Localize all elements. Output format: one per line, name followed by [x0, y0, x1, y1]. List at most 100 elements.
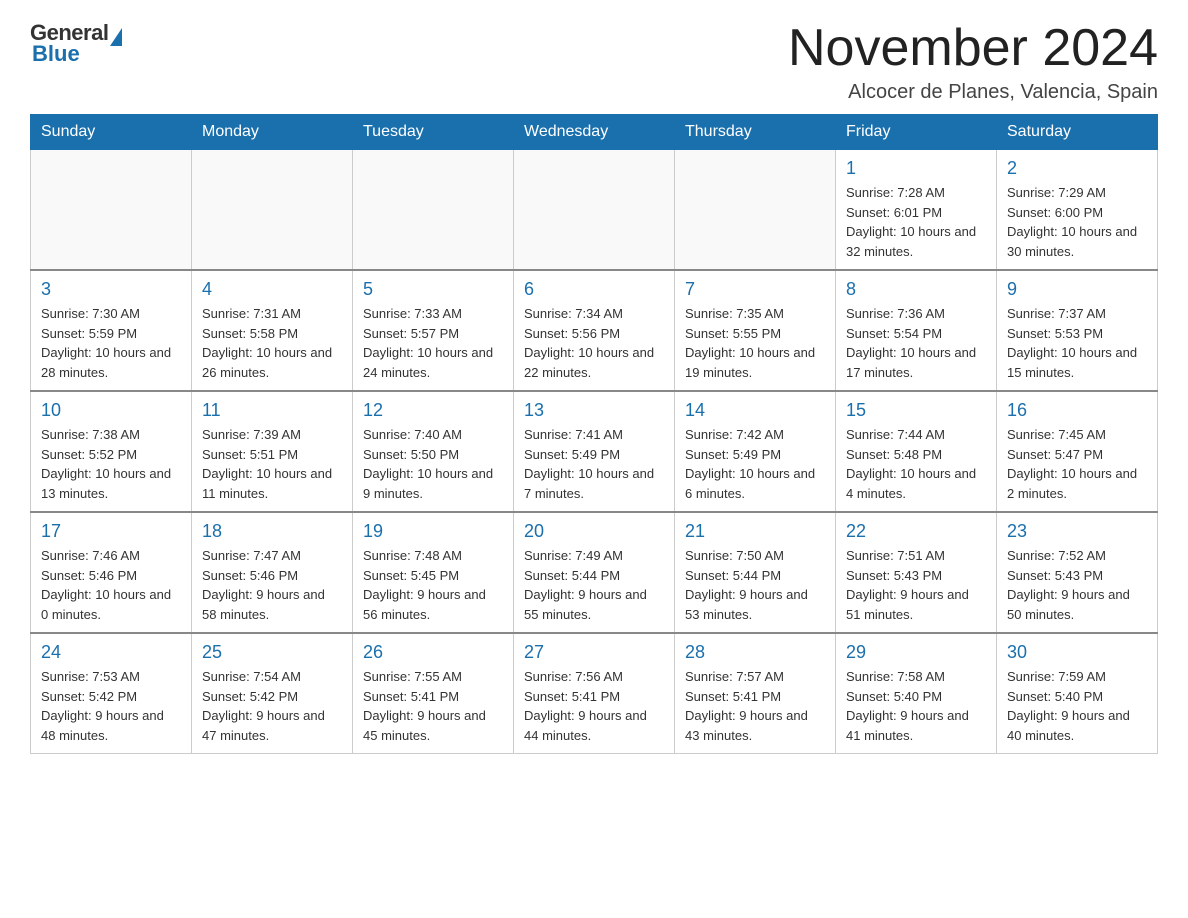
calendar-cell [192, 150, 353, 271]
day-number: 4 [202, 279, 342, 300]
day-info: Sunrise: 7:45 AMSunset: 5:47 PMDaylight:… [1007, 425, 1147, 503]
logo-triangle-icon [110, 28, 122, 46]
day-info: Sunrise: 7:41 AMSunset: 5:49 PMDaylight:… [524, 425, 664, 503]
calendar-cell: 11 Sunrise: 7:39 AMSunset: 5:51 PMDayligh… [192, 391, 353, 512]
day-number: 15 [846, 400, 986, 421]
day-info: Sunrise: 7:29 AMSunset: 6:00 PMDaylight:… [1007, 183, 1147, 261]
day-info: Sunrise: 7:47 AMSunset: 5:46 PMDaylight:… [202, 546, 342, 624]
day-number: 3 [41, 279, 181, 300]
day-info: Sunrise: 7:56 AMSunset: 5:41 PMDaylight:… [524, 667, 664, 745]
day-info: Sunrise: 7:53 AMSunset: 5:42 PMDaylight:… [41, 667, 181, 745]
day-info: Sunrise: 7:42 AMSunset: 5:49 PMDaylight:… [685, 425, 825, 503]
day-number: 29 [846, 642, 986, 663]
calendar-cell: 30 Sunrise: 7:59 AMSunset: 5:40 PMDayligh… [997, 633, 1158, 754]
day-info: Sunrise: 7:57 AMSunset: 5:41 PMDaylight:… [685, 667, 825, 745]
day-info: Sunrise: 7:35 AMSunset: 5:55 PMDaylight:… [685, 304, 825, 382]
day-info: Sunrise: 7:51 AMSunset: 5:43 PMDaylight:… [846, 546, 986, 624]
day-info: Sunrise: 7:40 AMSunset: 5:50 PMDaylight:… [363, 425, 503, 503]
calendar-cell: 6 Sunrise: 7:34 AMSunset: 5:56 PMDaylight… [514, 270, 675, 391]
day-info: Sunrise: 7:39 AMSunset: 5:51 PMDaylight:… [202, 425, 342, 503]
day-number: 25 [202, 642, 342, 663]
day-number: 22 [846, 521, 986, 542]
day-number: 27 [524, 642, 664, 663]
day-number: 1 [846, 158, 986, 179]
calendar-cell: 21 Sunrise: 7:50 AMSunset: 5:44 PMDayligh… [675, 512, 836, 633]
calendar-cell: 20 Sunrise: 7:49 AMSunset: 5:44 PMDayligh… [514, 512, 675, 633]
weekday-header-thursday: Thursday [675, 115, 836, 150]
day-number: 13 [524, 400, 664, 421]
day-info: Sunrise: 7:52 AMSunset: 5:43 PMDaylight:… [1007, 546, 1147, 624]
calendar-cell: 16 Sunrise: 7:45 AMSunset: 5:47 PMDayligh… [997, 391, 1158, 512]
day-number: 8 [846, 279, 986, 300]
day-number: 2 [1007, 158, 1147, 179]
calendar-cell: 5 Sunrise: 7:33 AMSunset: 5:57 PMDaylight… [353, 270, 514, 391]
calendar-cell: 26 Sunrise: 7:55 AMSunset: 5:41 PMDayligh… [353, 633, 514, 754]
day-info: Sunrise: 7:34 AMSunset: 5:56 PMDaylight:… [524, 304, 664, 382]
day-info: Sunrise: 7:31 AMSunset: 5:58 PMDaylight:… [202, 304, 342, 382]
weekday-header-tuesday: Tuesday [353, 115, 514, 150]
title-block: November 2024 Alcocer de Planes, Valenci… [788, 20, 1158, 104]
day-info: Sunrise: 7:59 AMSunset: 5:40 PMDaylight:… [1007, 667, 1147, 745]
weekday-header-wednesday: Wednesday [514, 115, 675, 150]
day-number: 18 [202, 521, 342, 542]
calendar-cell: 29 Sunrise: 7:58 AMSunset: 5:40 PMDayligh… [836, 633, 997, 754]
day-info: Sunrise: 7:49 AMSunset: 5:44 PMDaylight:… [524, 546, 664, 624]
calendar-cell: 23Sunrise: 7:52 AMSunset: 5:43 PMDayligh… [997, 512, 1158, 633]
day-number: 6 [524, 279, 664, 300]
day-info: Sunrise: 7:58 AMSunset: 5:40 PMDaylight:… [846, 667, 986, 745]
day-number: 12 [363, 400, 503, 421]
day-number: 21 [685, 521, 825, 542]
day-number: 16 [1007, 400, 1147, 421]
calendar-cell: 25 Sunrise: 7:54 AMSunset: 5:42 PMDayligh… [192, 633, 353, 754]
day-number: 26 [363, 642, 503, 663]
day-number: 24 [41, 642, 181, 663]
day-info: Sunrise: 7:44 AMSunset: 5:48 PMDaylight:… [846, 425, 986, 503]
day-info: Sunrise: 7:36 AMSunset: 5:54 PMDaylight:… [846, 304, 986, 382]
calendar-cell: 3 Sunrise: 7:30 AMSunset: 5:59 PMDaylight… [31, 270, 192, 391]
calendar-cell: 12 Sunrise: 7:40 AMSunset: 5:50 PMDayligh… [353, 391, 514, 512]
calendar-cell: 1Sunrise: 7:28 AMSunset: 6:01 PMDaylight… [836, 150, 997, 271]
month-title: November 2024 [788, 20, 1158, 77]
calendar-week-row: 1Sunrise: 7:28 AMSunset: 6:01 PMDaylight… [31, 150, 1158, 271]
day-number: 30 [1007, 642, 1147, 663]
logo-blue-text: Blue [32, 41, 80, 67]
calendar-header-row: SundayMondayTuesdayWednesdayThursdayFrid… [31, 115, 1158, 150]
calendar-cell: 13 Sunrise: 7:41 AMSunset: 5:49 PMDayligh… [514, 391, 675, 512]
weekday-header-sunday: Sunday [31, 115, 192, 150]
calendar-cell: 8 Sunrise: 7:36 AMSunset: 5:54 PMDaylight… [836, 270, 997, 391]
weekday-header-saturday: Saturday [997, 115, 1158, 150]
day-number: 28 [685, 642, 825, 663]
day-number: 7 [685, 279, 825, 300]
calendar-cell: 14 Sunrise: 7:42 AMSunset: 5:49 PMDayligh… [675, 391, 836, 512]
day-number: 11 [202, 400, 342, 421]
calendar-cell [353, 150, 514, 271]
calendar-cell: 28 Sunrise: 7:57 AMSunset: 5:41 PMDayligh… [675, 633, 836, 754]
calendar-week-row: 24 Sunrise: 7:53 AMSunset: 5:42 PMDayligh… [31, 633, 1158, 754]
day-info: Sunrise: 7:54 AMSunset: 5:42 PMDaylight:… [202, 667, 342, 745]
day-info: Sunrise: 7:55 AMSunset: 5:41 PMDaylight:… [363, 667, 503, 745]
day-info: Sunrise: 7:46 AMSunset: 5:46 PMDaylight:… [41, 546, 181, 624]
day-info: Sunrise: 7:38 AMSunset: 5:52 PMDaylight:… [41, 425, 181, 503]
day-info: Sunrise: 7:33 AMSunset: 5:57 PMDaylight:… [363, 304, 503, 382]
calendar-cell: 24 Sunrise: 7:53 AMSunset: 5:42 PMDayligh… [31, 633, 192, 754]
logo: General Blue [30, 20, 122, 67]
page-header: General Blue November 2024 Alcocer de Pl… [30, 20, 1158, 104]
day-number: 5 [363, 279, 503, 300]
day-number: 20 [524, 521, 664, 542]
calendar-cell: 7 Sunrise: 7:35 AMSunset: 5:55 PMDaylight… [675, 270, 836, 391]
calendar-cell [675, 150, 836, 271]
calendar-week-row: 10Sunrise: 7:38 AMSunset: 5:52 PMDayligh… [31, 391, 1158, 512]
day-info: Sunrise: 7:48 AMSunset: 5:45 PMDaylight:… [363, 546, 503, 624]
calendar-cell: 2 Sunrise: 7:29 AMSunset: 6:00 PMDaylight… [997, 150, 1158, 271]
day-info: Sunrise: 7:30 AMSunset: 5:59 PMDaylight:… [41, 304, 181, 382]
calendar-cell: 17Sunrise: 7:46 AMSunset: 5:46 PMDayligh… [31, 512, 192, 633]
calendar-week-row: 17Sunrise: 7:46 AMSunset: 5:46 PMDayligh… [31, 512, 1158, 633]
weekday-header-monday: Monday [192, 115, 353, 150]
calendar-cell: 22 Sunrise: 7:51 AMSunset: 5:43 PMDayligh… [836, 512, 997, 633]
day-number: 14 [685, 400, 825, 421]
calendar-cell: 9Sunrise: 7:37 AMSunset: 5:53 PMDaylight… [997, 270, 1158, 391]
weekday-header-friday: Friday [836, 115, 997, 150]
day-info: Sunrise: 7:50 AMSunset: 5:44 PMDaylight:… [685, 546, 825, 624]
calendar-cell [514, 150, 675, 271]
calendar-table: SundayMondayTuesdayWednesdayThursdayFrid… [30, 114, 1158, 754]
